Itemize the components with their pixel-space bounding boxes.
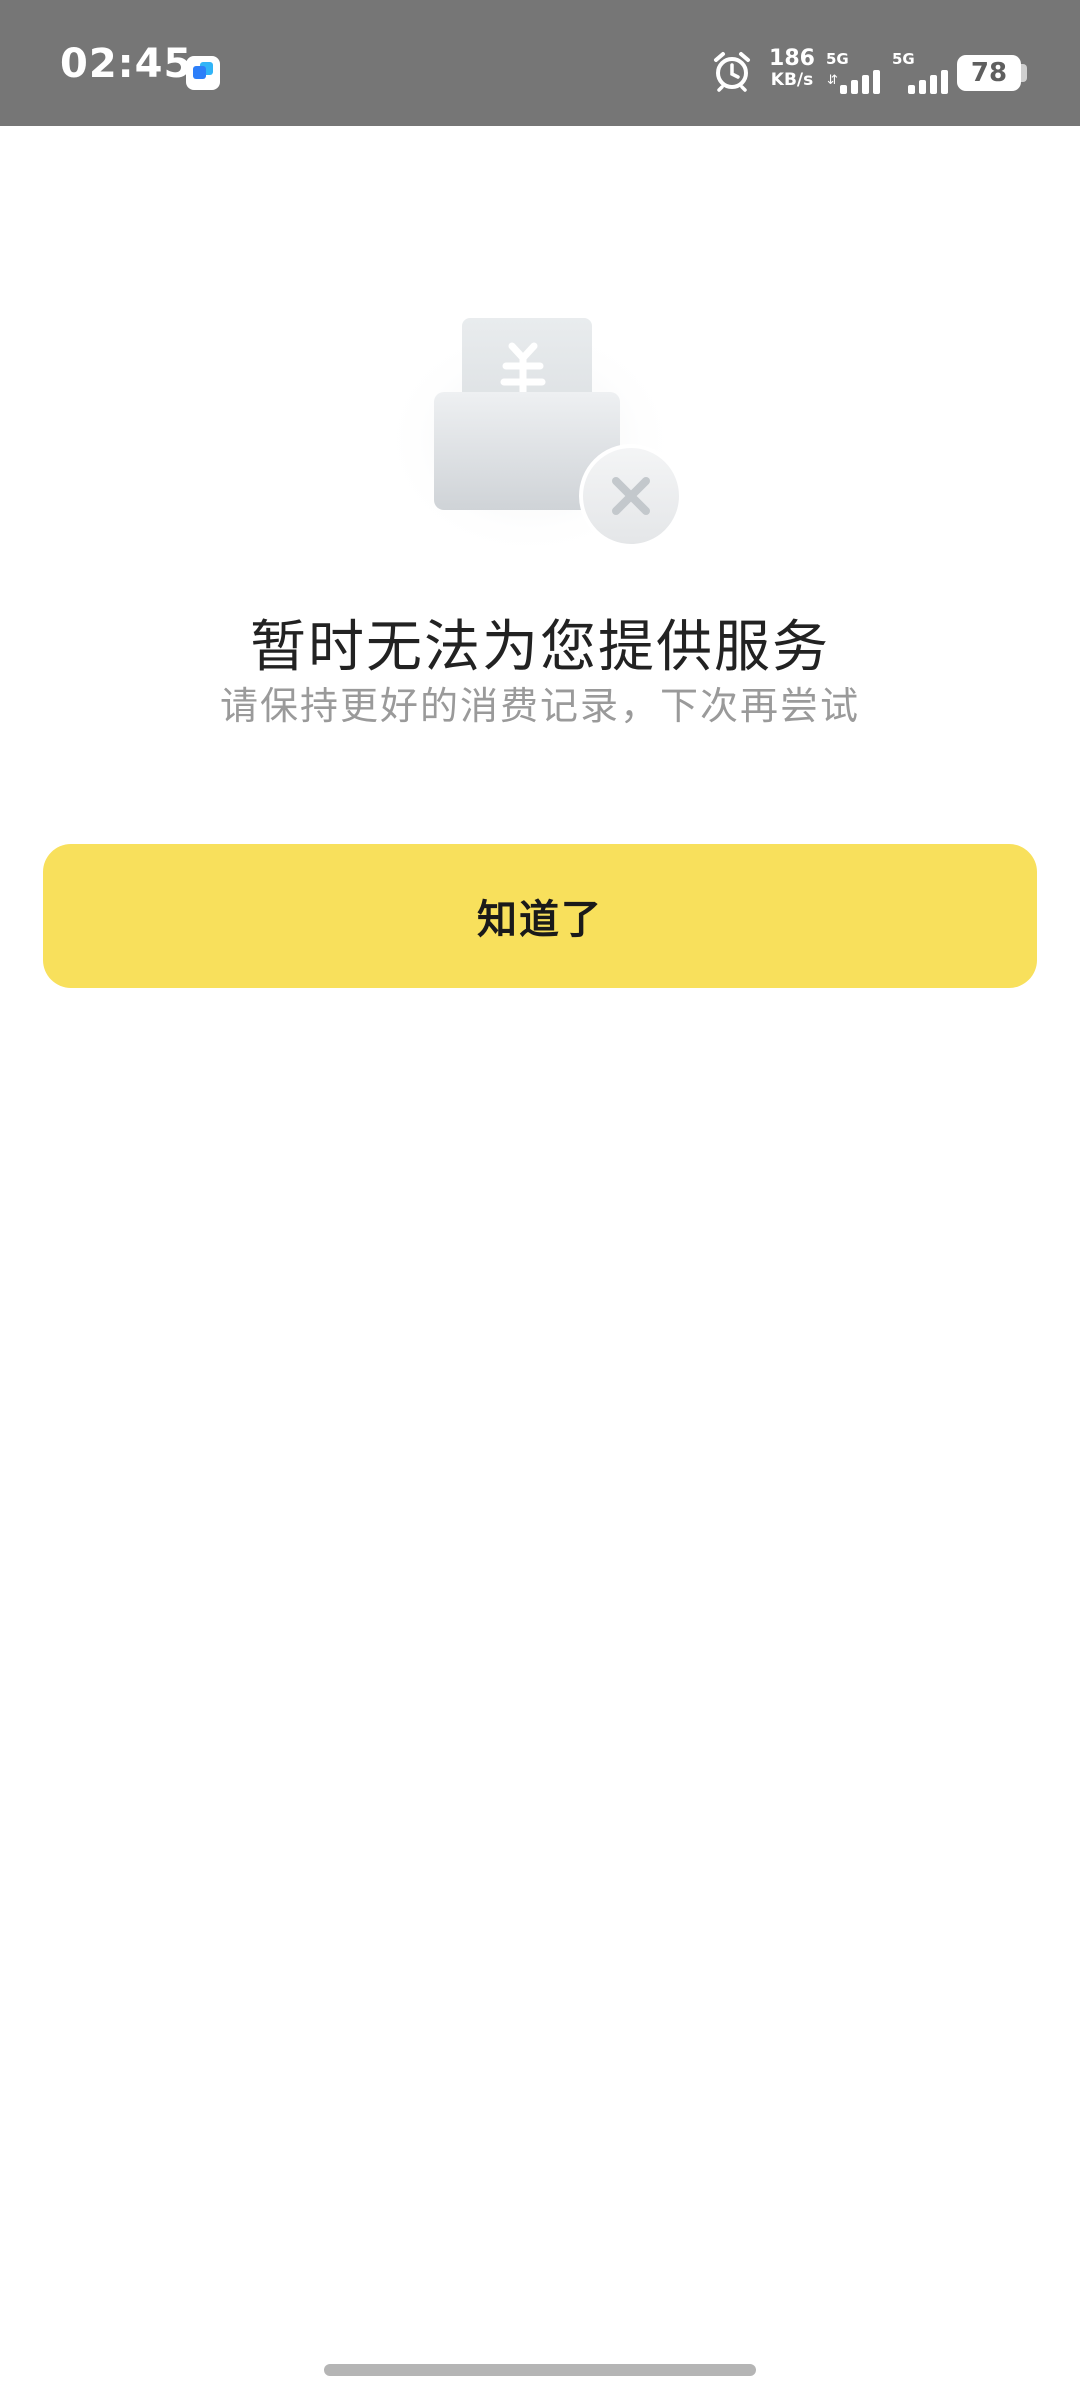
empty-wallet-error-icon — [380, 318, 683, 560]
battery-icon: 78 — [957, 55, 1021, 91]
alarm-icon — [714, 52, 750, 92]
error-subtitle: 请保持更好的消费记录，下次再尝试 — [219, 684, 860, 728]
sim2-network-tag: 5G — [892, 50, 915, 68]
app-notification-icon — [186, 56, 220, 90]
data-activity-icon: ⇵ — [827, 73, 838, 88]
network-speed: 186 KB/s — [764, 48, 820, 89]
confirm-button[interactable]: 知道了 — [43, 844, 1037, 988]
sim1-network-tag: 5G — [826, 50, 849, 68]
status-bar: 02:45 186 KB/s 5G ⇵ 5G 78 — [0, 0, 1080, 126]
network-speed-unit: KB/s — [770, 70, 814, 90]
home-indicator[interactable] — [324, 2364, 756, 2376]
battery-tip — [1021, 64, 1027, 82]
status-time: 02:45 — [60, 41, 193, 87]
network-speed-value: 186 — [769, 46, 815, 71]
error-title: 暂时无法为您提供服务 — [250, 615, 830, 680]
